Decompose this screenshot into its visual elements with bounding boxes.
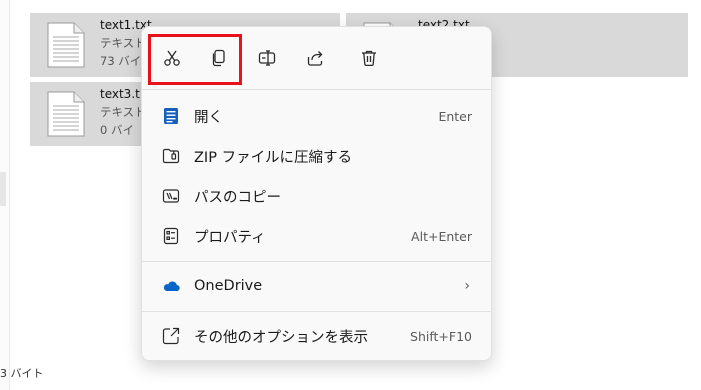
file-type: テキスト	[100, 36, 146, 50]
menu-item-label: その他のオプションを表示	[194, 329, 368, 346]
properties-icon	[162, 227, 180, 245]
cut-copy-highlight	[148, 34, 242, 85]
more-options-icon	[162, 327, 180, 345]
status-bar-size: 3 バイト	[0, 367, 44, 380]
menu-item-label: ZIP ファイルに圧縮する	[194, 149, 353, 166]
rename-button[interactable]	[249, 41, 285, 75]
menu-item-onedrive[interactable]: OneDrive ›	[146, 267, 488, 305]
menu-item-copy-path[interactable]: パスのコピー	[146, 177, 488, 215]
copy-path-icon	[162, 187, 180, 205]
file-size: 0 バイ	[100, 123, 134, 137]
file-name: text3.t	[100, 87, 140, 101]
menu-item-properties[interactable]: プロパティ Alt+Enter	[146, 217, 488, 255]
delete-button[interactable]	[351, 41, 387, 75]
menu-item-label: パスのコピー	[194, 189, 281, 206]
share-icon	[307, 51, 323, 66]
pane-scroll-nub[interactable]	[0, 172, 6, 206]
menu-item-label: プロパティ	[194, 229, 266, 246]
text-file-icon	[47, 22, 85, 68]
menu-separator	[142, 89, 491, 90]
context-menu: 開く Enter ZIP ファイルに圧縮する パスのコピー プロパティ Alt+…	[141, 26, 492, 361]
menu-item-open[interactable]: 開く Enter	[146, 97, 488, 135]
menu-item-compress-zip[interactable]: ZIP ファイルに圧縮する	[146, 137, 488, 175]
navigation-pane-edge	[0, 0, 10, 390]
chevron-right-icon: ›	[464, 278, 470, 294]
share-button[interactable]	[297, 41, 333, 75]
zip-folder-icon	[162, 147, 180, 165]
menu-item-shortcut: Shift+F10	[410, 328, 472, 344]
context-menu-toolbar	[142, 27, 491, 87]
text-file-icon	[47, 91, 85, 137]
menu-item-label: 開く	[194, 109, 223, 126]
menu-separator	[142, 311, 491, 312]
menu-item-shortcut: Enter	[438, 108, 472, 124]
file-size: 73 バイ	[100, 54, 142, 68]
menu-item-shortcut: Alt+Enter	[411, 228, 472, 244]
onedrive-icon	[162, 277, 180, 295]
menu-item-label: OneDrive	[194, 278, 263, 294]
delete-icon	[362, 50, 376, 67]
file-type: テキスト	[100, 105, 146, 119]
notepad-icon	[162, 107, 180, 125]
rename-icon	[258, 50, 276, 66]
menu-separator	[142, 261, 491, 262]
menu-item-more-options[interactable]: その他のオプションを表示 Shift+F10	[146, 317, 488, 355]
